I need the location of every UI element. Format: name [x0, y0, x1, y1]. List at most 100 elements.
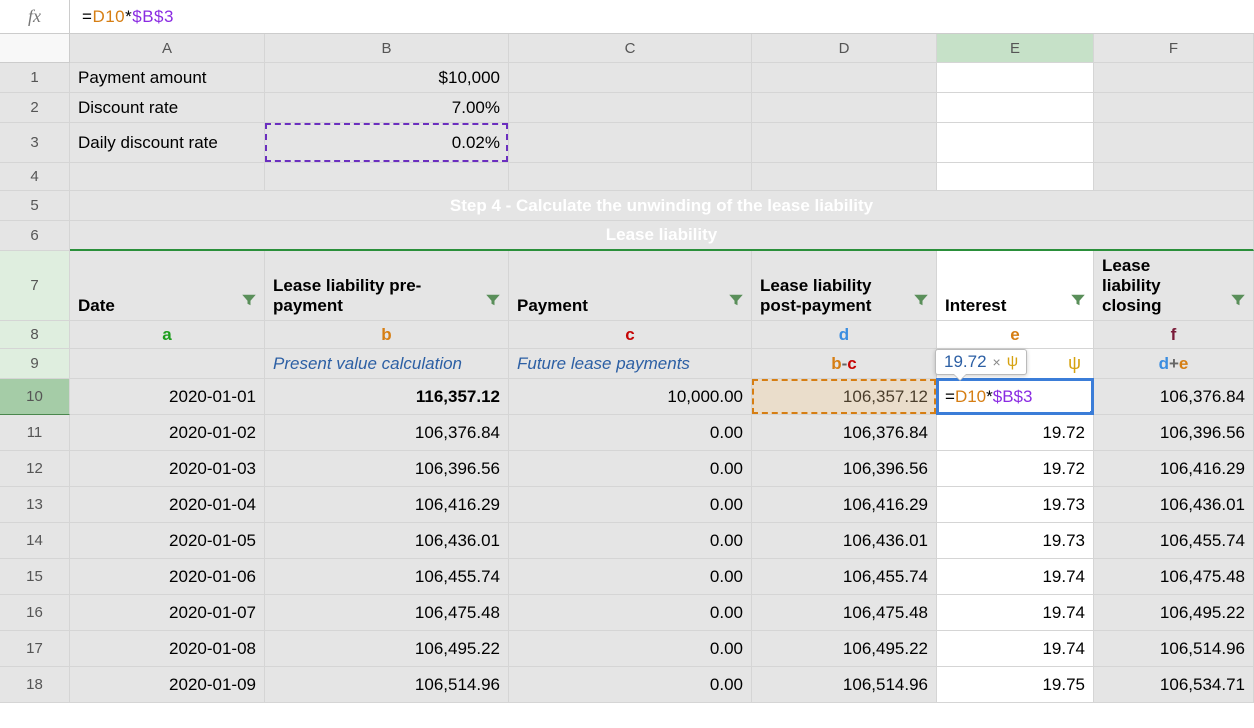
cell-F17[interactable]: 106,514.96	[1094, 631, 1254, 667]
cell-B14[interactable]: 106,436.01	[265, 523, 509, 559]
cell-C4[interactable]	[509, 163, 752, 191]
fx-icon[interactable]: fx	[0, 0, 70, 33]
cell-F18[interactable]: 106,534.71	[1094, 667, 1254, 703]
cell-E11[interactable]: 19.72	[937, 415, 1094, 451]
cell-A4[interactable]	[70, 163, 265, 191]
cell-A1[interactable]: Payment amount	[70, 63, 265, 93]
cell-D12[interactable]: 106,396.56	[752, 451, 937, 487]
row-header-7[interactable]: 7	[0, 251, 70, 321]
cell-D17[interactable]: 106,495.22	[752, 631, 937, 667]
cell-F12[interactable]: 106,416.29	[1094, 451, 1254, 487]
row-header-18[interactable]: 18	[0, 667, 70, 703]
col-header-B[interactable]: B	[265, 34, 509, 63]
filter-icon[interactable]	[1229, 291, 1247, 314]
cell-E15[interactable]: 19.74	[937, 559, 1094, 595]
cell-B16[interactable]: 106,475.48	[265, 595, 509, 631]
col-header-D[interactable]: D	[752, 34, 937, 63]
cell-B4[interactable]	[265, 163, 509, 191]
cell-E4[interactable]	[937, 163, 1094, 191]
filter-icon[interactable]	[1069, 291, 1087, 314]
row-header-9[interactable]: 9	[0, 349, 70, 379]
cell-C14[interactable]: 0.00	[509, 523, 752, 559]
cell-A11[interactable]: 2020-01-02	[70, 415, 265, 451]
step4-title[interactable]: Step 4 - Calculate the unwinding of the …	[70, 191, 1254, 221]
filter-icon[interactable]	[727, 291, 745, 314]
cell-C3[interactable]	[509, 123, 752, 163]
cell-C18[interactable]: 0.00	[509, 667, 752, 703]
cell-E3[interactable]	[937, 123, 1094, 163]
cell-A16[interactable]: 2020-01-07	[70, 595, 265, 631]
cell-C10[interactable]: 10,000.00	[509, 379, 752, 415]
row-header-16[interactable]: 16	[0, 595, 70, 631]
cell-A2[interactable]: Discount rate	[70, 93, 265, 123]
row-header-6[interactable]: 6	[0, 221, 70, 251]
cell-B12[interactable]: 106,396.56	[265, 451, 509, 487]
cell-C13[interactable]: 0.00	[509, 487, 752, 523]
col-header-F[interactable]: F	[1094, 34, 1254, 63]
cell-F14[interactable]: 106,455.74	[1094, 523, 1254, 559]
cell-C9[interactable]: Future lease payments	[509, 349, 752, 379]
cell-D9[interactable]: b - c	[752, 349, 937, 379]
tooltip-close-icon[interactable]: ×	[993, 354, 1001, 370]
col-title-closing[interactable]: Lease liability closing	[1094, 251, 1254, 321]
row-header-15[interactable]: 15	[0, 559, 70, 595]
cell-B10[interactable]: 116,357.12	[265, 379, 509, 415]
cell-A14[interactable]: 2020-01-05	[70, 523, 265, 559]
cell-F9[interactable]: d + e	[1094, 349, 1254, 379]
cell-B18[interactable]: 106,514.96	[265, 667, 509, 703]
cell-D2[interactable]	[752, 93, 937, 123]
cell-A10[interactable]: 2020-01-01	[70, 379, 265, 415]
cell-B1[interactable]: $10,000	[265, 63, 509, 93]
row-header-13[interactable]: 13	[0, 487, 70, 523]
col-title-date[interactable]: Date	[70, 251, 265, 321]
cell-D10[interactable]: 106,357.12	[752, 379, 937, 415]
col-header-C[interactable]: C	[509, 34, 752, 63]
cell-A3[interactable]: Daily discount rate	[70, 123, 265, 163]
cell-D8[interactable]: d	[752, 321, 937, 349]
cell-B3[interactable]: 0.02% ψ	[265, 123, 509, 163]
row-header-4[interactable]: 4	[0, 163, 70, 191]
cell-C1[interactable]	[509, 63, 752, 93]
row-header-17[interactable]: 17	[0, 631, 70, 667]
row-header-1[interactable]: 1	[0, 63, 70, 93]
row-header-11[interactable]: 11	[0, 415, 70, 451]
cell-F1[interactable]	[1094, 63, 1254, 93]
filter-icon[interactable]	[240, 291, 258, 314]
cell-E12[interactable]: 19.72	[937, 451, 1094, 487]
cell-F2[interactable]	[1094, 93, 1254, 123]
row-header-14[interactable]: 14	[0, 523, 70, 559]
cell-A15[interactable]: 2020-01-06	[70, 559, 265, 595]
cell-B17[interactable]: 106,495.22	[265, 631, 509, 667]
col-title-interest[interactable]: Interest	[937, 251, 1094, 321]
cell-C16[interactable]: 0.00	[509, 595, 752, 631]
cell-B2[interactable]: 7.00%	[265, 93, 509, 123]
row-header-12[interactable]: 12	[0, 451, 70, 487]
cell-D15[interactable]: 106,455.74	[752, 559, 937, 595]
cell-C11[interactable]: 0.00	[509, 415, 752, 451]
cell-B15[interactable]: 106,455.74	[265, 559, 509, 595]
cell-F4[interactable]	[1094, 163, 1254, 191]
cell-E1[interactable]	[937, 63, 1094, 93]
row-header-3[interactable]: 3	[0, 123, 70, 163]
cell-F3[interactable]	[1094, 123, 1254, 163]
col-header-E[interactable]: E	[937, 34, 1094, 63]
cell-D11[interactable]: 106,376.84	[752, 415, 937, 451]
cell-D16[interactable]: 106,475.48	[752, 595, 937, 631]
cell-B13[interactable]: 106,416.29	[265, 487, 509, 523]
cell-D3[interactable]	[752, 123, 937, 163]
cell-E14[interactable]: 19.73	[937, 523, 1094, 559]
cell-B8[interactable]: b	[265, 321, 509, 349]
cell-D4[interactable]	[752, 163, 937, 191]
cell-E2[interactable]	[937, 93, 1094, 123]
cell-A13[interactable]: 2020-01-04	[70, 487, 265, 523]
cell-E8[interactable]: e	[937, 321, 1094, 349]
cell-E17[interactable]: 19.74	[937, 631, 1094, 667]
cell-C17[interactable]: 0.00	[509, 631, 752, 667]
cell-F15[interactable]: 106,475.48	[1094, 559, 1254, 595]
cell-A17[interactable]: 2020-01-08	[70, 631, 265, 667]
cell-E16[interactable]: 19.74	[937, 595, 1094, 631]
cell-A12[interactable]: 2020-01-03	[70, 451, 265, 487]
row-header-8[interactable]: 8	[0, 321, 70, 349]
cell-E10[interactable]: =D10*$B$319.72×ψ	[937, 379, 1094, 415]
cell-C8[interactable]: c	[509, 321, 752, 349]
